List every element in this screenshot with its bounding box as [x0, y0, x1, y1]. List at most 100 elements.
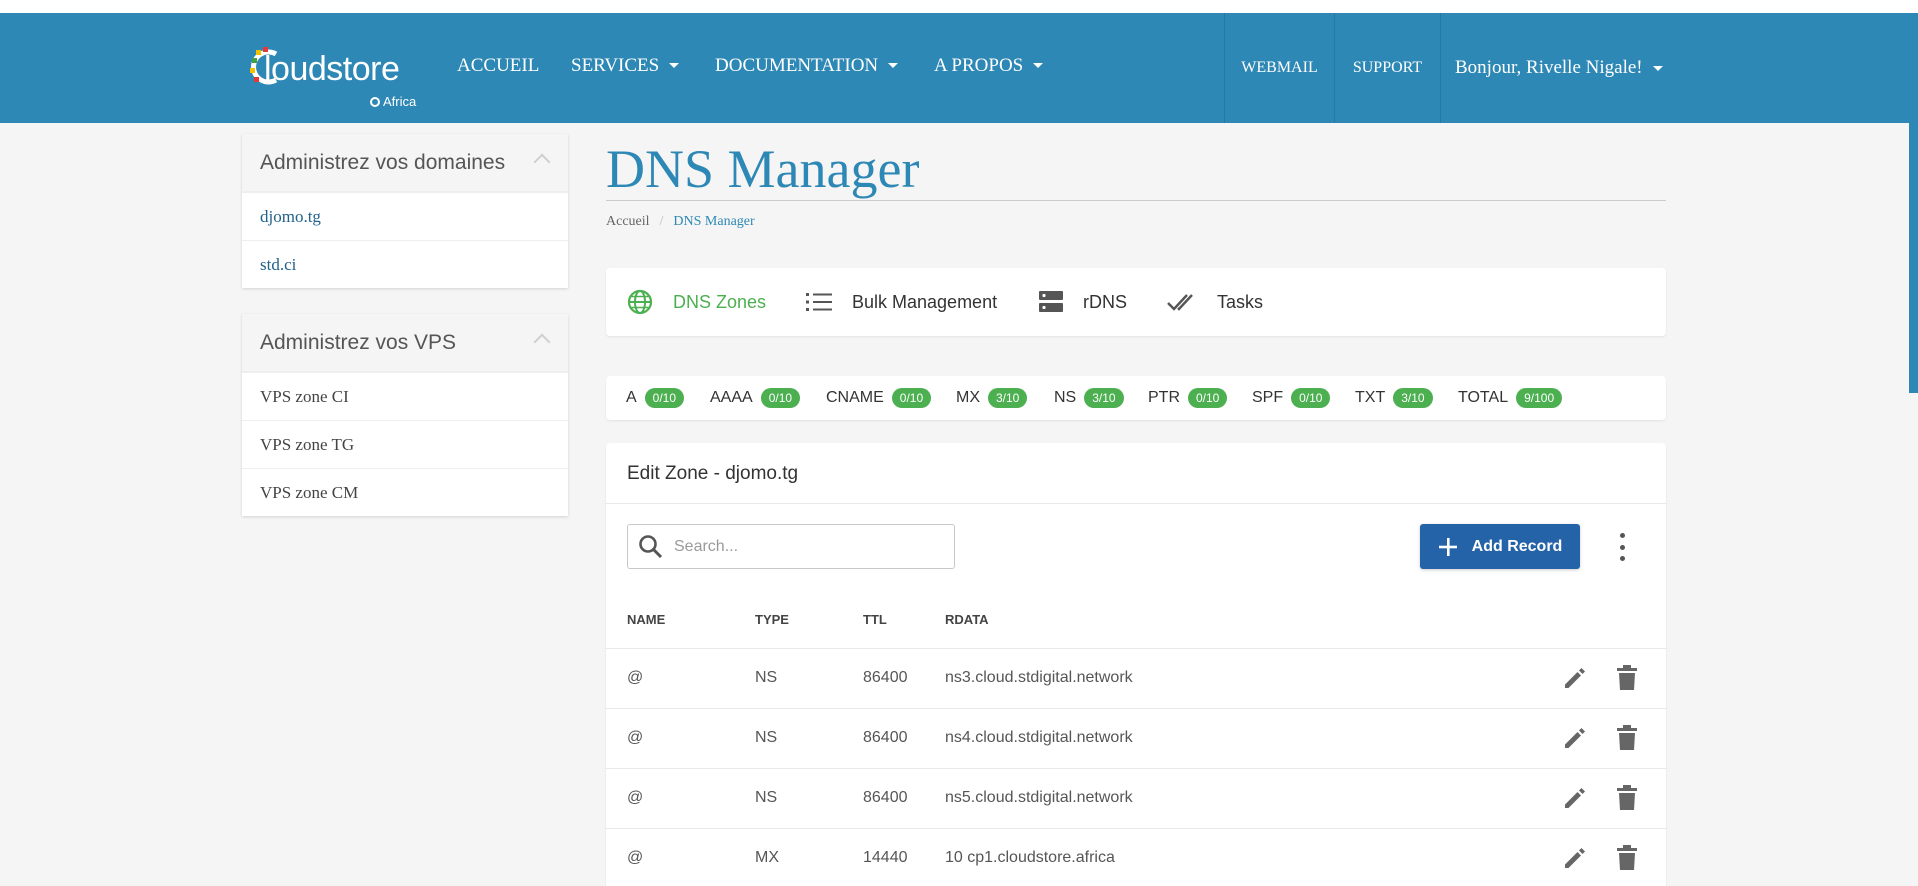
webmail-link[interactable]: WEBMAIL [1224, 13, 1334, 123]
chevron-down-icon [1652, 65, 1663, 71]
edit-zone-card: Edit Zone - djomo.tg Add Record NAME TYP… [606, 443, 1666, 886]
breadcrumb-home[interactable]: Accueil [606, 214, 650, 229]
cell-name: @ [627, 669, 644, 686]
edit-pencil-icon[interactable] [1562, 725, 1588, 751]
record-counts-bar: A 0/10 AAAA 0/10 CNAME 0/10 MX 3/10 NS 3/10 P… [606, 376, 1666, 420]
search-field[interactable] [627, 524, 955, 569]
page-scrollbar[interactable] [1909, 13, 1918, 393]
column-header-ttl[interactable]: TTL [863, 612, 887, 627]
vps-panel: Administrez vos VPS VPS zone CI VPS zone… [242, 314, 568, 516]
user-menu[interactable]: Bonjour, Rivelle Nigale! [1440, 13, 1676, 123]
vps-item[interactable]: VPS zone TG [242, 420, 568, 468]
tab-label: Tasks [1217, 291, 1264, 312]
count-spf: SPF 0/10 [1252, 376, 1331, 420]
logo-subtitle: Africa [370, 94, 416, 109]
table-row: @ MX 14440 10 cp1.cloudstore.africa [606, 828, 1666, 886]
domain-item[interactable]: std.ci [242, 240, 568, 288]
dns-tabs-bar: DNS Zones Bulk Management rDNS Tasks [606, 268, 1666, 336]
table-row: @ NS 86400 ns3.cloud.stdigital.network [606, 648, 1666, 708]
tab-bulk-management[interactable]: Bulk Management [806, 268, 997, 336]
vps-panel-title: Administrez vos VPS [260, 330, 457, 354]
delete-trash-icon[interactable] [1616, 665, 1638, 691]
cell-rdata: ns5.cloud.stdigital.network [945, 789, 1133, 806]
count-aaaa: AAAA 0/10 [710, 376, 801, 420]
count-badge: 0/10 [1291, 388, 1331, 408]
add-record-button[interactable]: Add Record [1420, 524, 1580, 569]
count-ptr: PTR 0/10 [1148, 376, 1228, 420]
vps-panel-header[interactable]: Administrez vos VPS [242, 314, 568, 372]
vps-item[interactable]: VPS zone CI [242, 372, 568, 420]
cell-rdata: 10 cp1.cloudstore.africa [945, 849, 1115, 866]
edit-pencil-icon[interactable] [1562, 665, 1588, 691]
count-badge: 3/10 [988, 388, 1028, 408]
count-txt: TXT 3/10 [1355, 376, 1433, 420]
tab-dns-zones[interactable]: DNS Zones [627, 268, 766, 336]
count-mx: MX 3/10 [956, 376, 1028, 420]
cell-name: @ [627, 729, 644, 746]
count-badge: 0/10 [760, 388, 801, 408]
delete-trash-icon[interactable] [1616, 845, 1638, 871]
tab-label: rDNS [1083, 291, 1127, 312]
count-badge: 0/10 [644, 388, 685, 408]
edit-pencil-icon[interactable] [1562, 785, 1588, 811]
globe-icon [627, 289, 653, 315]
column-header-type[interactable]: TYPE [755, 612, 789, 627]
zone-divider [606, 503, 1666, 504]
chevron-down-icon [888, 63, 899, 68]
count-badge: 0/10 [891, 388, 932, 408]
cell-name: @ [627, 849, 644, 866]
table-row: @ NS 86400 ns4.cloud.stdigital.network [606, 708, 1666, 768]
nav-documentation[interactable]: DOCUMENTATION [715, 55, 899, 77]
server-icon [1039, 291, 1063, 312]
tab-label: Bulk Management [852, 291, 998, 312]
search-input[interactable] [674, 537, 934, 556]
cell-rdata: ns3.cloud.stdigital.network [945, 669, 1133, 686]
nav-accueil[interactable]: ACCUEIL [457, 55, 539, 77]
chevron-up-icon[interactable] [533, 153, 551, 171]
more-options-icon[interactable] [1616, 533, 1628, 561]
chevron-down-icon [1033, 63, 1044, 68]
zone-title: Edit Zone - djomo.tg [627, 463, 799, 484]
column-header-rdata[interactable]: RDATA [945, 612, 989, 627]
delete-trash-icon[interactable] [1616, 725, 1638, 751]
cell-ttl: 14440 [863, 849, 908, 866]
chevron-up-icon[interactable] [533, 333, 551, 351]
cell-ttl: 86400 [863, 789, 908, 806]
column-header-name[interactable]: NAME [627, 612, 665, 627]
cell-rdata: ns4.cloud.stdigital.network [945, 729, 1133, 746]
count-badge: 3/10 [1393, 388, 1433, 408]
count-badge: 0/10 [1188, 388, 1228, 408]
nav-a-propos[interactable]: A PROPOS [934, 55, 1044, 77]
breadcrumb-current: DNS Manager [673, 214, 755, 229]
count-a: A 0/10 [626, 376, 685, 420]
count-badge: 3/10 [1084, 388, 1124, 408]
top-strip [0, 0, 1918, 13]
breadcrumb: Accueil / DNS Manager [606, 214, 755, 229]
cell-type: NS [755, 789, 778, 806]
domain-item[interactable]: djomo.tg [242, 192, 568, 240]
cloudstore-logo[interactable]: loudstore Africa [250, 38, 430, 109]
edit-pencil-icon[interactable] [1562, 845, 1588, 871]
tab-rdns[interactable]: rDNS [1039, 268, 1127, 336]
title-divider [606, 200, 1666, 201]
add-record-label: Add Record [1471, 537, 1563, 555]
page-title: DNS Manager [606, 139, 920, 199]
nav-services[interactable]: SERVICES [571, 55, 680, 77]
domains-panel-title: Administrez vos domaines [260, 150, 506, 174]
cell-type: NS [755, 729, 778, 746]
chevron-down-icon [669, 63, 680, 68]
support-link[interactable]: SUPPORT [1334, 13, 1440, 123]
cell-name: @ [627, 789, 644, 806]
cell-type: MX [755, 849, 779, 866]
count-ns: NS 3/10 [1054, 376, 1124, 420]
domains-panel-header[interactable]: Administrez vos domaines [242, 134, 568, 192]
domains-panel: Administrez vos domaines djomo.tg std.ci [242, 134, 568, 288]
tab-tasks[interactable]: Tasks [1167, 268, 1263, 336]
vps-item[interactable]: VPS zone CM [242, 468, 568, 516]
table-row: @ NS 86400 ns5.cloud.stdigital.network [606, 768, 1666, 828]
delete-trash-icon[interactable] [1616, 785, 1638, 811]
cell-type: NS [755, 669, 778, 686]
logo-wordmark: loudstore [264, 50, 400, 88]
search-icon [639, 534, 663, 558]
plus-icon [1438, 537, 1457, 556]
